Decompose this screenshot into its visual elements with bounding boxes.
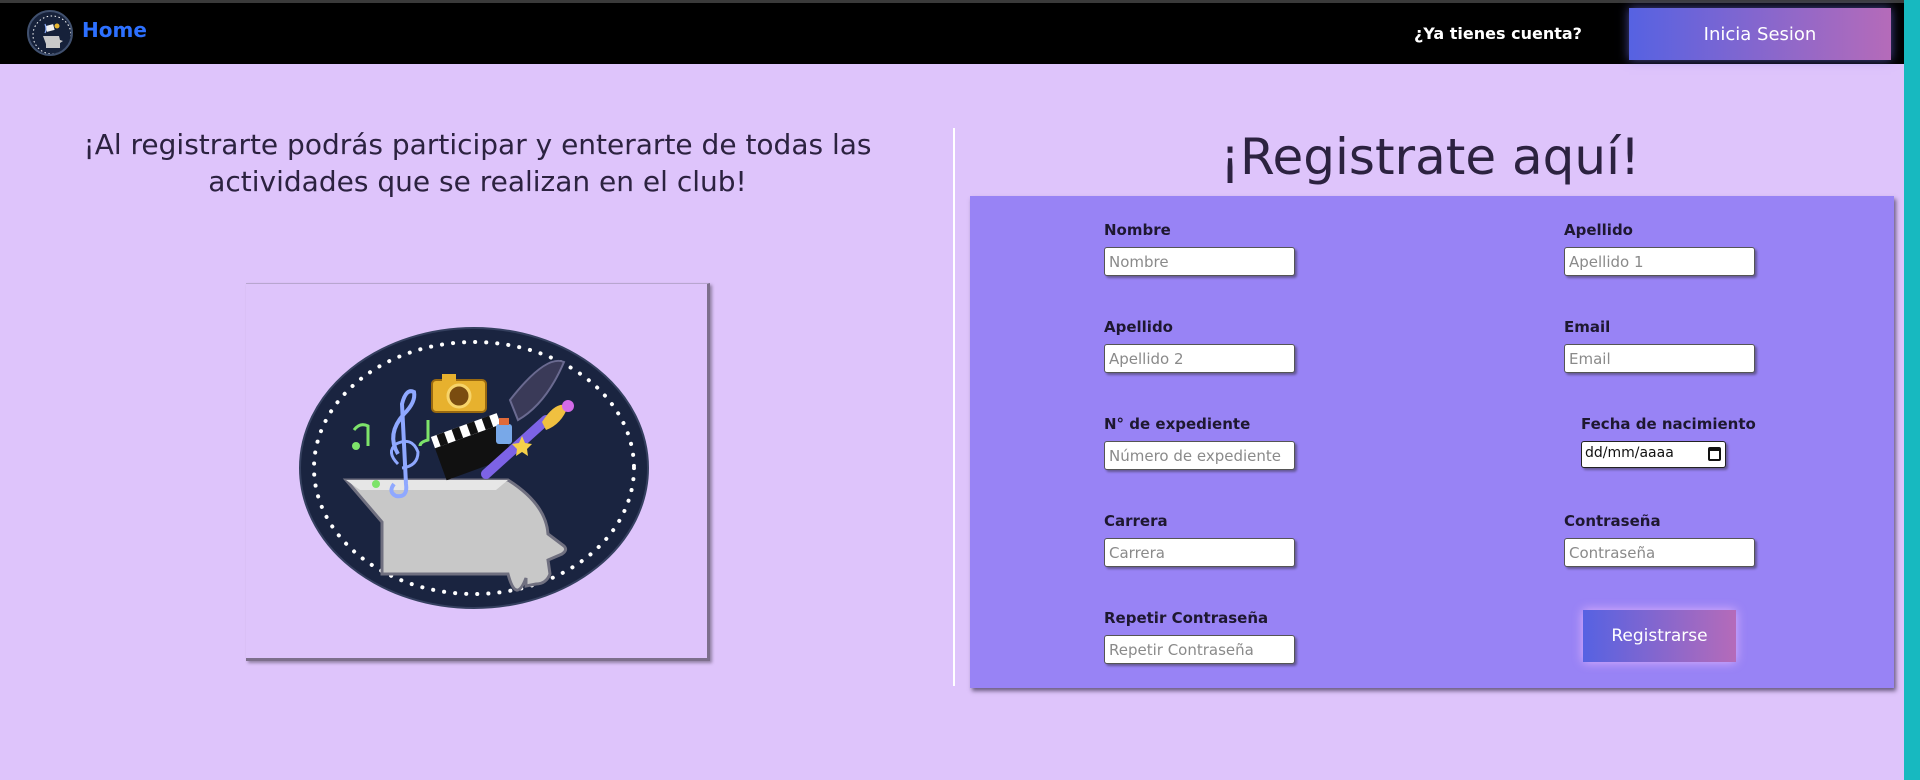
nombre-label: Nombre: [1104, 221, 1171, 239]
apellido1-input[interactable]: [1564, 247, 1755, 276]
email-input[interactable]: [1564, 344, 1755, 373]
field-apellido2: Apellido: [1104, 318, 1295, 373]
expediente-label: N° de expediente: [1104, 415, 1251, 433]
contrasena-input[interactable]: [1564, 538, 1755, 567]
field-carrera: Carrera: [1104, 512, 1295, 567]
home-link[interactable]: Home: [82, 18, 147, 42]
birthdate-input[interactable]: dd/mm/aaaa: [1581, 441, 1726, 468]
apellido2-input[interactable]: [1104, 344, 1295, 373]
register-button[interactable]: Registrarse: [1583, 610, 1736, 662]
field-repetir: Repetir Contraseña: [1104, 609, 1295, 664]
nombre-input[interactable]: [1104, 247, 1295, 276]
apellido1-label: Apellido: [1564, 221, 1633, 239]
registration-form: Nombre Apellido Apellido Email N° de exp…: [970, 196, 1894, 688]
column-divider: [953, 128, 955, 686]
contrasena-label: Contraseña: [1564, 512, 1661, 530]
carrera-input[interactable]: [1104, 538, 1295, 567]
window-edge: [1904, 0, 1920, 780]
navbar: Home ¿Ya tienes cuenta? Inicia Sesion: [0, 3, 1904, 64]
club-image-frame: [246, 283, 710, 661]
field-nombre: Nombre: [1104, 221, 1295, 276]
club-logo-image: [299, 327, 649, 609]
field-expediente: N° de expediente: [1104, 415, 1295, 470]
account-question: ¿Ya tienes cuenta?: [1414, 24, 1582, 43]
field-email: Email: [1564, 318, 1755, 373]
fecha-label: Fecha de nacimiento: [1581, 415, 1756, 433]
carrera-label: Carrera: [1104, 512, 1168, 530]
repetir-input[interactable]: [1104, 635, 1295, 664]
field-fecha: Fecha de nacimiento dd/mm/aaaa: [1581, 415, 1756, 468]
repetir-label: Repetir Contraseña: [1104, 609, 1269, 627]
apellido2-label: Apellido: [1104, 318, 1173, 336]
form-title: ¡Registrate aquí!: [1219, 128, 1641, 186]
expediente-input[interactable]: [1104, 441, 1295, 470]
club-logo-icon[interactable]: [27, 10, 73, 56]
field-contrasena: Contraseña: [1564, 512, 1755, 567]
field-apellido1: Apellido: [1564, 221, 1755, 276]
email-label: Email: [1564, 318, 1611, 336]
intro-text: ¡Al registrarte podrás participar y ente…: [83, 128, 872, 198]
login-button[interactable]: Inicia Sesion: [1629, 8, 1891, 60]
calendar-icon[interactable]: [1708, 447, 1721, 461]
date-placeholder: dd/mm/aaaa: [1585, 445, 1674, 461]
